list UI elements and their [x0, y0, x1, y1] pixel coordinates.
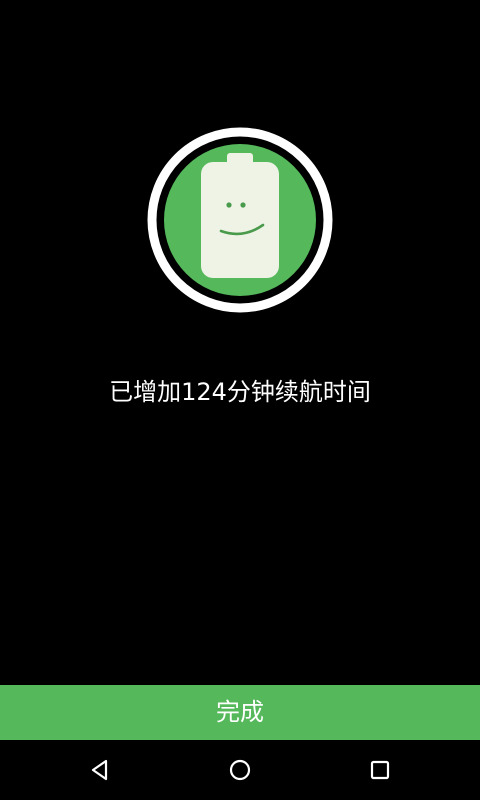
done-button[interactable]: 完成 [0, 685, 480, 740]
home-circle-icon [229, 759, 251, 781]
recent-square-icon [370, 760, 390, 780]
battery-badge [145, 125, 335, 315]
nav-home-button[interactable] [190, 740, 290, 800]
battery-smile-icon [147, 127, 333, 313]
system-navigation-bar [0, 740, 480, 800]
nav-recent-button[interactable] [330, 740, 430, 800]
back-triangle-icon [91, 759, 108, 781]
result-message: 已增加124分钟续航时间 [109, 378, 371, 406]
nav-back-button[interactable] [50, 740, 150, 800]
battery-saver-result-screen: 已增加124分钟续航时间 完成 [0, 0, 480, 800]
